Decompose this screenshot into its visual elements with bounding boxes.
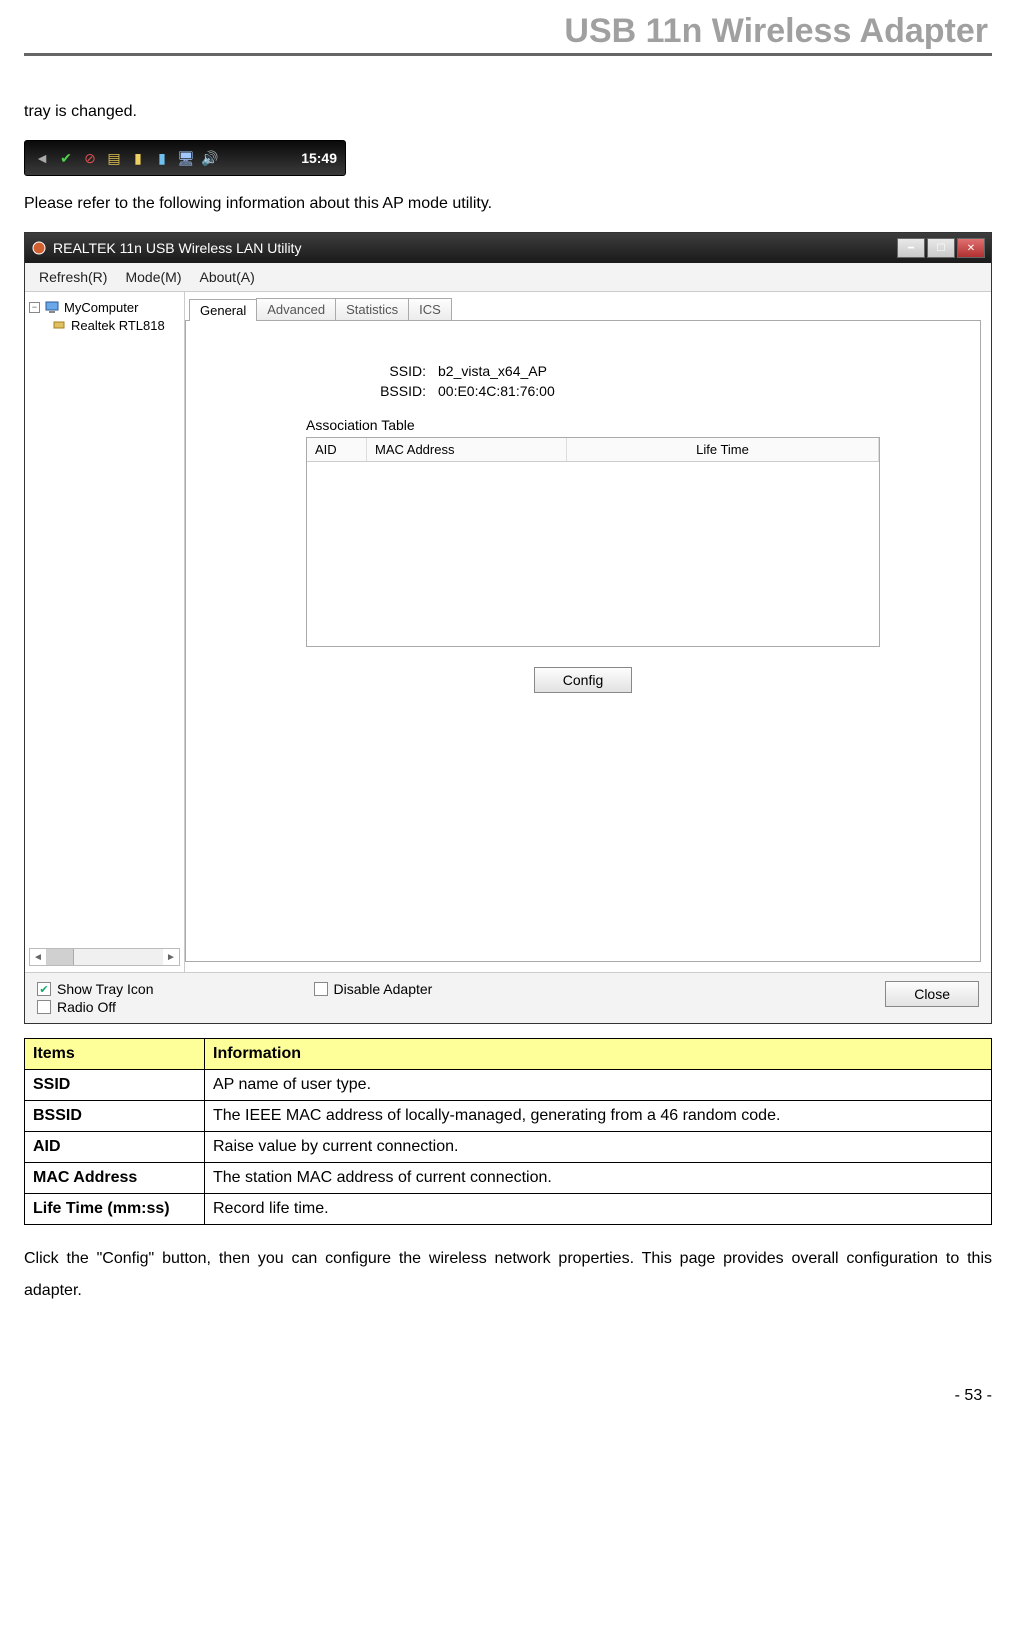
row-key: SSID — [25, 1070, 205, 1101]
bssid-value: 00:E0:4C:81:76:00 — [438, 383, 555, 399]
wireless-icon: ▮ — [153, 149, 171, 167]
row-val: Raise value by current connection. — [205, 1132, 992, 1163]
row-key: Life Time (mm:ss) — [25, 1194, 205, 1225]
row-val: The IEEE MAC address of locally-managed,… — [205, 1101, 992, 1132]
body-text-1: tray is changed. — [24, 96, 992, 128]
table-row: MAC Address The station MAC address of c… — [25, 1163, 992, 1194]
disable-adapter-label: Disable Adapter — [334, 981, 433, 997]
main-pane: General Advanced Statistics ICS SSID: b2… — [185, 292, 991, 972]
association-table: AID MAC Address Life Time — [306, 437, 880, 647]
row-key: BSSID — [25, 1101, 205, 1132]
blocked-icon: ⊘ — [81, 149, 99, 167]
table-row: SSID AP name of user type. — [25, 1070, 992, 1101]
document-title: USB 11n Wireless Adapter — [560, 12, 992, 50]
tree-root-row[interactable]: − MyComputer — [29, 298, 180, 316]
sidebar-scrollbar[interactable]: ◄ ► — [29, 948, 180, 966]
show-tray-checkbox[interactable]: ✔ — [37, 982, 51, 996]
sidebar-tree: − MyComputer Realtek RTL818 ◄ ► — [25, 292, 185, 972]
menu-about[interactable]: About(A) — [193, 267, 260, 287]
scroll-left-icon[interactable]: ◄ — [30, 952, 46, 963]
row-key: AID — [25, 1132, 205, 1163]
tree-child-label: Realtek RTL818 — [71, 318, 165, 333]
table-row: Life Time (mm:ss) Record life time. — [25, 1194, 992, 1225]
row-val: AP name of user type. — [205, 1070, 992, 1101]
menu-mode[interactable]: Mode(M) — [119, 267, 187, 287]
row-val: Record life time. — [205, 1194, 992, 1225]
table-row: AID Raise value by current connection. — [25, 1132, 992, 1163]
ssid-label: SSID: — [366, 363, 426, 379]
bssid-label: BSSID: — [366, 383, 426, 399]
tab-content-general: SSID: b2_vista_x64_AP BSSID: 00:E0:4C:81… — [185, 320, 981, 962]
tab-bar: General Advanced Statistics ICS — [185, 298, 981, 320]
page-number: - 53 - — [24, 1387, 992, 1405]
volume-icon: 🔊 — [201, 149, 219, 167]
tray-clock: 15:49 — [301, 150, 337, 166]
security-shield-icon: ✔ — [57, 149, 75, 167]
computer-icon — [44, 299, 60, 315]
table-row: BSSID The IEEE MAC address of locally-ma… — [25, 1101, 992, 1132]
window-title: REALTEK 11n USB Wireless LAN Utility — [53, 240, 897, 256]
document-icon: ▤ — [105, 149, 123, 167]
monitor-icon: 🖥 — [177, 149, 195, 167]
minimize-button[interactable]: ━ — [897, 238, 925, 258]
document-header: USB 11n Wireless Adapter — [24, 12, 992, 56]
tab-general[interactable]: General — [189, 299, 257, 321]
col-mac[interactable]: MAC Address — [367, 438, 567, 461]
row-val: The station MAC address of current conne… — [205, 1163, 992, 1194]
menu-bar: Refresh(R) Mode(M) About(A) — [25, 263, 991, 292]
information-table: Items Information SSID AP name of user t… — [24, 1038, 992, 1225]
radio-off-checkbox[interactable] — [37, 1000, 51, 1014]
table-head-items: Items — [25, 1039, 205, 1070]
show-tray-label: Show Tray Icon — [57, 981, 154, 997]
system-tray-figure: ◄ ✔ ⊘ ▤ ▮ ▮ 🖥 🔊 15:49 — [24, 140, 346, 176]
app-window: REALTEK 11n USB Wireless LAN Utility ━ ☐… — [24, 232, 992, 1024]
ssid-value: b2_vista_x64_AP — [438, 363, 547, 379]
app-icon — [31, 240, 47, 256]
association-table-label: Association Table — [306, 417, 940, 433]
col-lifetime[interactable]: Life Time — [567, 438, 879, 461]
body-text-2: Please refer to the following informatio… — [24, 188, 992, 220]
scroll-right-icon[interactable]: ► — [163, 952, 179, 963]
body-text-3: Click the "Config" button, then you can … — [24, 1243, 992, 1307]
app-footer: ✔ Show Tray Icon Radio Off Disable Adapt… — [25, 972, 991, 1023]
tree-root-label: MyComputer — [64, 300, 138, 315]
maximize-button[interactable]: ☐ — [927, 238, 955, 258]
disable-adapter-checkbox[interactable] — [314, 982, 328, 996]
table-head-info: Information — [205, 1039, 992, 1070]
window-titlebar: REALTEK 11n USB Wireless LAN Utility ━ ☐… — [25, 233, 991, 263]
close-button[interactable]: Close — [885, 981, 979, 1007]
tree-collapse-icon[interactable]: − — [29, 302, 40, 313]
network-icon: ▮ — [129, 149, 147, 167]
tray-expand-icon: ◄ — [33, 149, 51, 167]
tab-advanced[interactable]: Advanced — [256, 298, 336, 320]
close-window-button[interactable]: ✕ — [957, 238, 985, 258]
adapter-icon — [51, 317, 67, 333]
col-aid[interactable]: AID — [307, 438, 367, 461]
config-button[interactable]: Config — [534, 667, 632, 693]
menu-refresh[interactable]: Refresh(R) — [33, 267, 113, 287]
tab-statistics[interactable]: Statistics — [335, 298, 409, 320]
radio-off-label: Radio Off — [57, 999, 116, 1015]
tree-child-row[interactable]: Realtek RTL818 — [29, 316, 180, 334]
row-key: MAC Address — [25, 1163, 205, 1194]
tab-ics[interactable]: ICS — [408, 298, 452, 320]
